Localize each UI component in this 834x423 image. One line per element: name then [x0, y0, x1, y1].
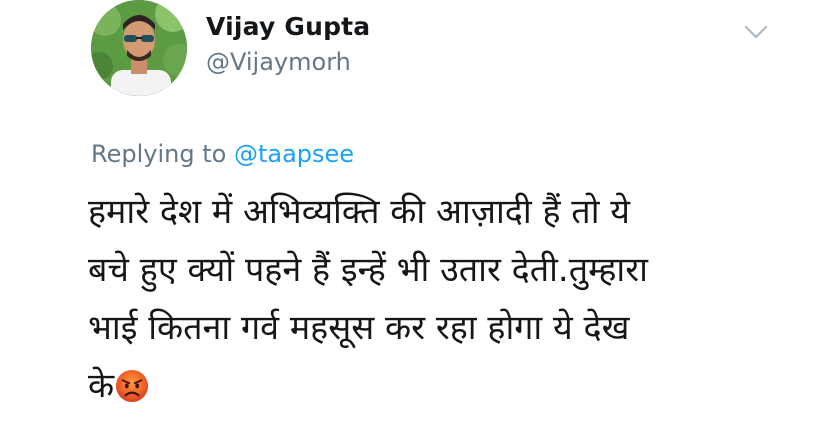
tweet-text-fragment: के — [88, 366, 115, 406]
tweet-text-line-last: के — [88, 357, 788, 415]
tweet-text-line: बचे हुए क्यों पहने हैं इन्हें भी उतार दे… — [88, 250, 648, 290]
tweet-text-line: हमारे देश में अभिव्यक्ति की आज़ादी हैं त… — [88, 192, 631, 232]
tweet-text-line: भाई कितना गर्व महसूस कर रहा होगा ये देख — [88, 308, 630, 348]
tweet-text: हमारे देश में अभिव्यक्ति की आज़ादी हैं त… — [88, 183, 788, 415]
tweet-card: Vijay Gupta @Vijaymorh Replying to @taap… — [0, 0, 834, 423]
chevron-down-icon[interactable] — [741, 22, 771, 42]
avatar[interactable] — [91, 0, 187, 96]
replying-to-label: Replying to — [91, 140, 227, 168]
display-name[interactable]: Vijay Gupta — [206, 12, 370, 41]
reply-mention-link[interactable]: @taapsee — [234, 140, 354, 168]
user-handle[interactable]: @Vijaymorh — [206, 48, 351, 76]
replying-to: Replying to @taapsee — [91, 140, 354, 168]
pouting-face-emoji — [116, 369, 149, 403]
profile-photo — [91, 0, 187, 96]
